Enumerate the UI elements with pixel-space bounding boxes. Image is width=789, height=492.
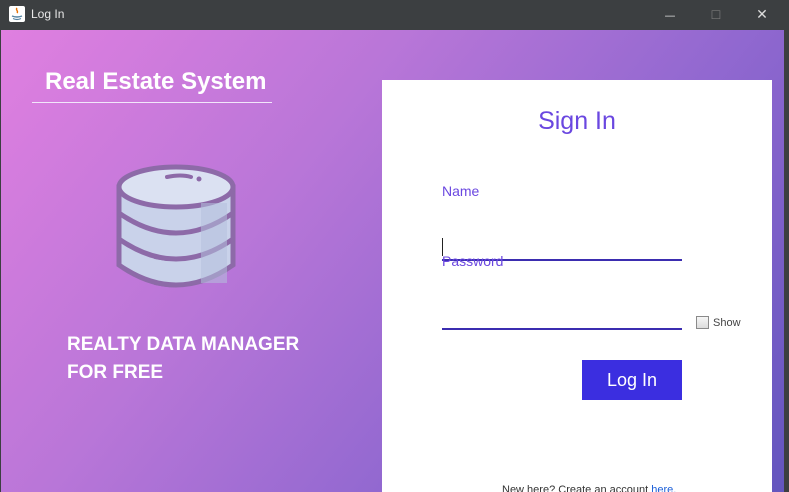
login-window: Log In — ☐ ✕ Real Estate System REALTY D…	[0, 0, 789, 492]
password-label: Password	[442, 253, 504, 269]
title-bar[interactable]: Log In — ☐ ✕	[0, 0, 789, 30]
database-icon	[111, 163, 241, 295]
show-password-label: Show	[713, 316, 741, 329]
password-input[interactable]	[442, 304, 682, 330]
close-icon: ✕	[756, 7, 768, 23]
maximize-icon: ☐	[710, 8, 722, 22]
minimize-icon: —	[664, 8, 676, 22]
show-password-toggle[interactable]: Show	[696, 316, 741, 329]
maximize-button[interactable]: ☐	[693, 0, 739, 30]
content-area: Real Estate System REALTY DATA MANAGER F…	[1, 30, 788, 492]
close-button[interactable]: ✕	[739, 0, 785, 30]
signin-panel: Sign In Name Password Show Log In New he…	[382, 80, 772, 492]
window-title: Log In	[31, 7, 65, 21]
show-password-checkbox[interactable]	[696, 316, 709, 329]
signup-text: New here? Create an account	[502, 484, 652, 492]
brand-underline	[32, 102, 272, 103]
tagline: REALTY DATA MANAGER FOR FREE	[67, 331, 299, 387]
java-app-icon	[9, 6, 25, 22]
brand-title: Real Estate System	[45, 68, 267, 95]
signin-title: Sign In	[538, 107, 616, 135]
minimize-button[interactable]: —	[647, 0, 693, 30]
signup-link[interactable]: here.	[651, 484, 676, 492]
name-label: Name	[442, 183, 480, 199]
tagline-line-2: FOR FREE	[67, 362, 164, 383]
signup-prompt: New here? Create an account here.	[502, 484, 676, 492]
login-button[interactable]: Log In	[582, 360, 682, 400]
window-border	[784, 30, 789, 492]
tagline-line-1: REALTY DATA MANAGER	[67, 334, 300, 355]
